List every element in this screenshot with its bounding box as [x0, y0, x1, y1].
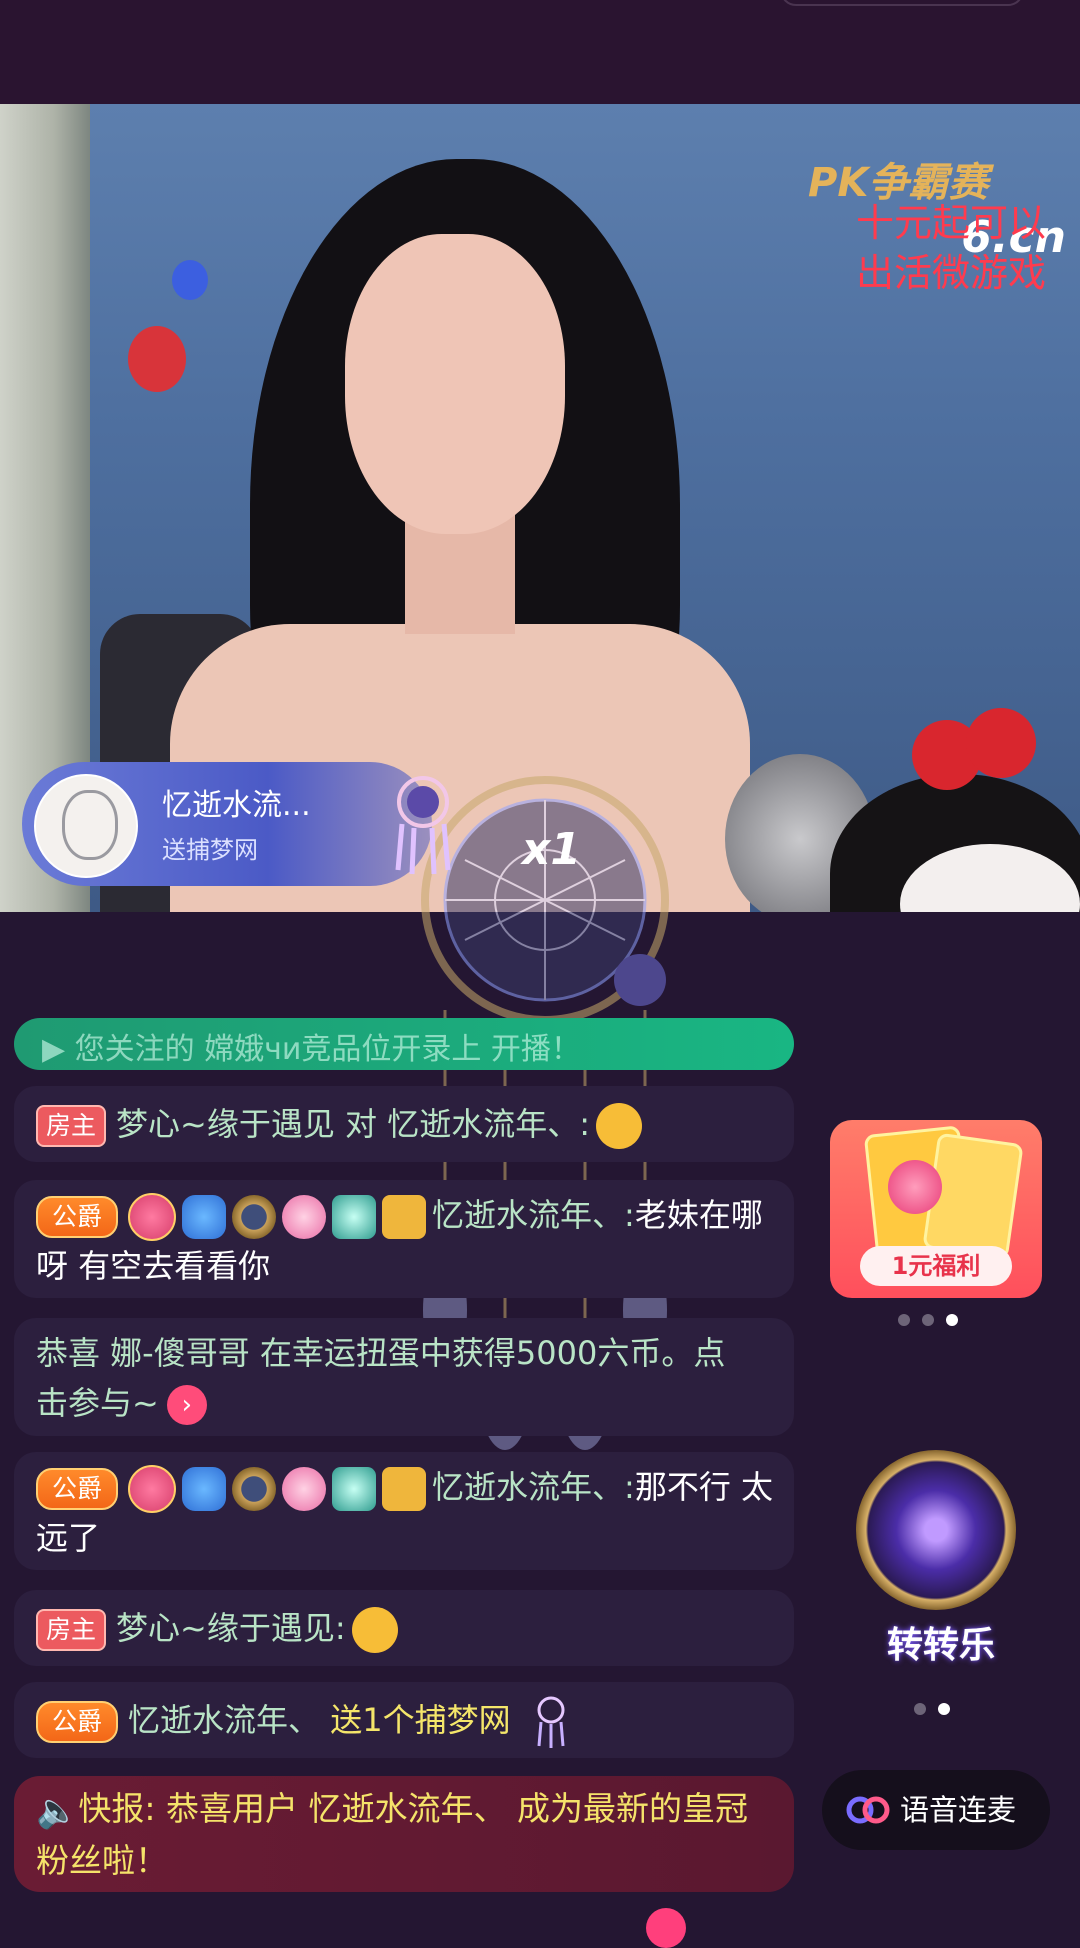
balloon-blue — [172, 260, 208, 300]
level-star-icon — [182, 1195, 227, 1239]
host-badge: 房主 — [36, 1105, 107, 1147]
promo-overlay: 十元起可以 出活微游戏 — [856, 198, 1080, 298]
link-icon — [846, 1796, 890, 1824]
host-badge: 房主 — [36, 1609, 107, 1651]
chat-message[interactable]: 恭喜 娜-傻哥哥 在幸运扭蛋中获得5000六币。点击参与~ › — [14, 1318, 794, 1436]
carousel-dot[interactable] — [898, 1314, 910, 1326]
chat-text: 对 忆逝水流年、: — [334, 1105, 590, 1143]
carousel-dot[interactable] — [914, 1703, 926, 1715]
chat-username[interactable]: 忆逝水流年、: — [432, 1468, 635, 1506]
system-notice-text: ▶ 您关注的 嫦娥чи竞品位开录上 开播！ — [42, 1032, 581, 1067]
news-label: 快报: — [78, 1789, 156, 1828]
carousel-dot-active[interactable] — [946, 1314, 958, 1326]
crystal-icon — [332, 1467, 377, 1511]
duke-badge: 公爵 — [36, 1196, 119, 1238]
chat-message[interactable]: 公爵 忆逝水流年、:老妹在哪呀 有空去看看你 — [14, 1180, 794, 1298]
heart-medal-icon — [128, 1193, 177, 1241]
user-card-icon — [382, 1195, 427, 1239]
gacha-announcement: 恭喜 娜-傻哥哥 在幸运扭蛋中获得5000六币。点击参与~ — [36, 1334, 726, 1422]
dreamcatcher-icon — [537, 1696, 565, 1748]
chat-username[interactable]: 梦心~缘于遇见 — [116, 1105, 335, 1143]
speaker-icon: 🔈 — [36, 1790, 79, 1831]
gift-text: 送1个捕梦网 — [320, 1701, 511, 1739]
avatar[interactable] — [34, 774, 138, 878]
pleading-emoji — [351, 1607, 398, 1653]
top-pill[interactable] — [780, 0, 1024, 6]
user-card-icon — [382, 1467, 427, 1511]
duke-badge: 公爵 — [36, 1701, 119, 1743]
crystal-icon — [332, 1195, 377, 1239]
welfare-label: 1元福利 — [860, 1246, 1012, 1286]
promo-line-2: 出活微游戏 — [856, 251, 1047, 295]
spin-wheel-icon[interactable] — [856, 1450, 1016, 1610]
chat-username[interactable]: 忆逝水流年、: — [432, 1196, 635, 1234]
heart-icon — [888, 1160, 942, 1214]
chat-message[interactable]: 房主 梦心~缘于遇见: — [14, 1590, 794, 1666]
system-notice[interactable]: ▶ 您关注的 嫦娥чи竞品位开录上 开播！ — [14, 1018, 794, 1070]
pink-heart-icon — [282, 1195, 327, 1239]
voice-link-label: 语音连麦 — [900, 1793, 1017, 1827]
carousel-dot-active[interactable] — [938, 1703, 950, 1715]
gift-sender-name: 忆逝水流... — [162, 788, 311, 823]
duke-badge: 公爵 — [36, 1468, 119, 1510]
carousel-dot[interactable] — [922, 1314, 934, 1326]
chat-username[interactable]: 梦心~缘于遇见: — [116, 1609, 346, 1647]
heart-medal-icon — [128, 1465, 177, 1513]
balloon-red — [128, 326, 186, 392]
chat-message[interactable]: 公爵 忆逝水流年、:那不行 太远了 — [14, 1452, 794, 1570]
gift-count: x1 — [522, 824, 581, 875]
chat-message[interactable]: 公爵 忆逝水流年、 送1个捕梦网 — [14, 1682, 794, 1758]
gift-notification[interactable]: 忆逝水流... 送捕梦网 — [22, 762, 432, 886]
hand-over-mouth-emoji — [595, 1103, 642, 1149]
chat-message[interactable]: 房主 梦心~缘于遇见 对 忆逝水流年、: — [14, 1086, 794, 1162]
ring-medal-icon — [232, 1467, 277, 1511]
streamer-face — [345, 234, 565, 534]
news-flash[interactable]: 🔈快报: 恭喜用户 忆逝水流年、 成为最新的皇冠粉丝啦！ — [14, 1776, 794, 1892]
welfare-card[interactable]: 1元福利 — [830, 1120, 1042, 1298]
ring-medal-icon — [232, 1195, 277, 1239]
top-bar — [0, 0, 1080, 104]
plush-bow-right — [966, 708, 1036, 778]
spin-wheel-label[interactable]: 转转乐 — [846, 1616, 1036, 1668]
bottom-indicator[interactable] — [646, 1908, 686, 1948]
chevron-right-icon[interactable]: › — [166, 1385, 207, 1425]
welfare-carousel-dots — [898, 1314, 958, 1326]
wheel-carousel-dots — [914, 1703, 950, 1715]
voice-link-button[interactable]: 语音连麦 — [822, 1770, 1050, 1850]
promo-line-1: 十元起可以 — [856, 201, 1047, 245]
gift-action-text: 送捕梦网 — [162, 836, 258, 864]
pink-heart-icon — [282, 1467, 327, 1511]
dreamcatcher-icon — [395, 776, 451, 875]
chat-username[interactable]: 忆逝水流年、 — [128, 1701, 320, 1739]
level-star-icon — [182, 1467, 227, 1511]
